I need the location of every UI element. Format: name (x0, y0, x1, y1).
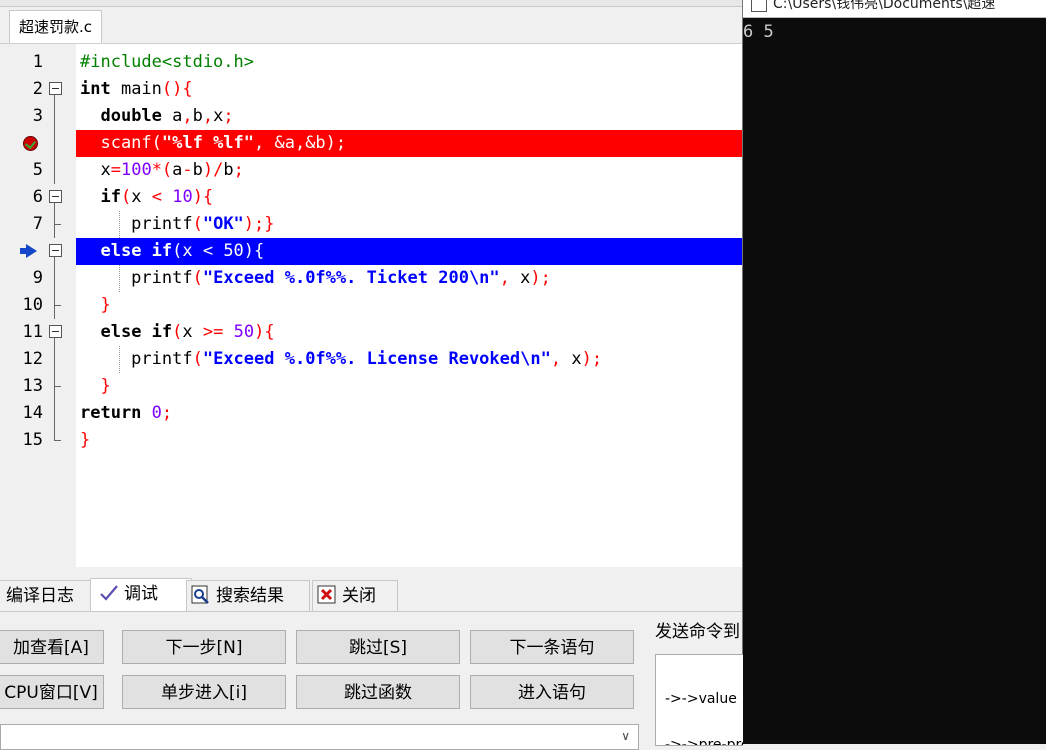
code-text: if(x < 10){ (100, 187, 214, 207)
code-text: #include<stdio.h> (80, 52, 254, 72)
code-text: printf("Exceed %.0f%%. License Revoked\n… (80, 349, 603, 369)
line-number: 15 (22, 430, 43, 450)
code-text: return 0; (80, 403, 173, 423)
fold-toggle-icon[interactable] (48, 184, 63, 211)
code-line[interactable]: 5 x=100*(a-b)/b; (9, 157, 742, 184)
code-text: int main(){ (80, 79, 193, 99)
line-number: 14 (22, 403, 43, 423)
code-line[interactable]: 13 } (9, 373, 742, 400)
code-line[interactable]: 12 printf("Exceed %.0f%%. License Revoke… (9, 346, 742, 373)
code-text: x=100*(a-b)/b; (80, 160, 244, 180)
code-line[interactable]: 15} (9, 427, 742, 454)
fold-guide (48, 427, 63, 454)
tab-label: 调试 (124, 584, 158, 604)
tab-compile-log[interactable]: 编译日志 (0, 580, 95, 611)
code-line[interactable]: 10 } (9, 292, 742, 319)
fold-guide (48, 157, 63, 184)
console-title: C:\Users\钱伟亮\Documents\超速 (773, 0, 996, 12)
line-number: 1 (32, 52, 43, 72)
fold-guide (48, 130, 63, 157)
code-editor[interactable]: 1 #include<stdio.h> 2 int main(){ 3 double a… (9, 44, 742, 567)
fold-guide (48, 292, 63, 319)
send-command-label: 发送命令到 (655, 622, 740, 642)
line-number: 12 (22, 349, 43, 369)
line-number: 13 (22, 376, 43, 396)
next-statement-button[interactable]: 下一条语句 (470, 630, 634, 664)
code-line[interactable]: 14 return 0; (9, 400, 742, 427)
tab-label: 关闭 (342, 586, 376, 606)
skip-function-button[interactable]: 跳过函数 (296, 675, 460, 709)
code-line[interactable]: 11 else if(x >= 50){ (9, 319, 742, 346)
code-text: else if(x < 50){ (100, 241, 265, 261)
breakpoint-icon[interactable] (23, 136, 38, 151)
code-line[interactable]: scanf("%lf %lf", &a,&b); (9, 130, 742, 157)
step-into-button[interactable]: 单步进入[i] (122, 675, 286, 709)
fold-guide (48, 103, 63, 130)
add-watch-button[interactable]: 加查看[A] (0, 630, 104, 664)
step-into-statement-button[interactable]: 进入语句 (470, 675, 634, 709)
code-line[interactable]: 1 #include<stdio.h> (9, 49, 742, 76)
fold-guide (48, 400, 63, 427)
cpu-window-button[interactable]: CPU窗口[V] (0, 675, 104, 709)
file-tab[interactable]: 超速罚款.c (9, 10, 103, 43)
code-text: printf("OK");} (80, 214, 275, 234)
console-output: 6 5 (743, 22, 774, 42)
code-text: } (100, 295, 111, 315)
tab-label: 搜索结果 (216, 586, 284, 606)
line-number: 5 (32, 160, 43, 180)
code-text: else if(x >= 50){ (100, 322, 275, 342)
debug-output-line: ->->value (665, 691, 737, 707)
code-line[interactable]: 3 double a,b,x; (9, 103, 742, 130)
debug-output-line: ->->pre-prompt (665, 737, 743, 746)
fold-guide (48, 373, 63, 400)
code-line[interactable]: 9 printf("Exceed %.0f%%. Ticket 200\n", … (9, 265, 742, 292)
tab-search-results[interactable]: 搜索结果 (186, 580, 310, 611)
code-line[interactable]: else if(x < 50){ (9, 238, 742, 265)
line-number: 10 (22, 295, 43, 315)
code-text: scanf("%lf %lf", &a,&b); (80, 133, 347, 153)
skip-button[interactable]: 跳过[S] (296, 630, 460, 664)
line-number: 11 (22, 322, 43, 342)
code-text: } (80, 430, 91, 450)
checkmark-icon (99, 583, 119, 603)
line-number: 2 (32, 79, 43, 99)
code-text: double a,b,x; (100, 106, 234, 126)
fold-toggle-icon[interactable] (48, 238, 63, 265)
console-window[interactable]: C:\Users\钱伟亮\Documents\超速 6 5 (742, 0, 1046, 744)
search-icon (191, 585, 211, 605)
current-line-arrow-icon[interactable] (20, 244, 37, 258)
command-input[interactable]: ∨ (0, 724, 639, 750)
fold-guide (48, 211, 63, 238)
chevron-down-icon[interactable]: ∨ (621, 729, 630, 743)
code-line[interactable]: 6 if(x < 10){ (9, 184, 742, 211)
fold-toggle-icon[interactable] (48, 76, 63, 103)
fold-toggle-icon[interactable] (48, 319, 63, 346)
console-title-bar[interactable]: C:\Users\钱伟亮\Documents\超速 (743, 0, 1046, 18)
code-line[interactable]: 7 printf("OK");} (9, 211, 742, 238)
tab-debug[interactable]: 调试 (90, 578, 192, 611)
fold-guide (48, 49, 63, 76)
debug-output-box[interactable]: ->->value ->->pre-prompt (655, 654, 743, 746)
code-line[interactable]: 2 int main(){ (9, 76, 742, 103)
fold-guide (48, 265, 63, 292)
close-icon (317, 585, 337, 605)
gutter-cell (9, 130, 76, 157)
editor-tab-bar: 超速罚款.c (0, 7, 742, 44)
bottom-tab-bar: 编译日志 调试 搜索结果 关闭 (0, 578, 742, 612)
console-window-icon (751, 0, 767, 12)
line-number: 9 (32, 268, 43, 288)
line-number: 6 (32, 187, 43, 207)
fold-guide (48, 346, 63, 373)
window-top-strip (0, 0, 742, 7)
line-number: 7 (32, 214, 43, 234)
next-step-button[interactable]: 下一步[N] (122, 630, 286, 664)
line-number: 3 (32, 106, 43, 126)
code-text: } (100, 376, 111, 396)
tab-label: 编译日志 (6, 586, 74, 606)
code-text: printf("Exceed %.0f%%. Ticket 200\n", x)… (80, 268, 551, 288)
tab-close[interactable]: 关闭 (312, 580, 398, 611)
